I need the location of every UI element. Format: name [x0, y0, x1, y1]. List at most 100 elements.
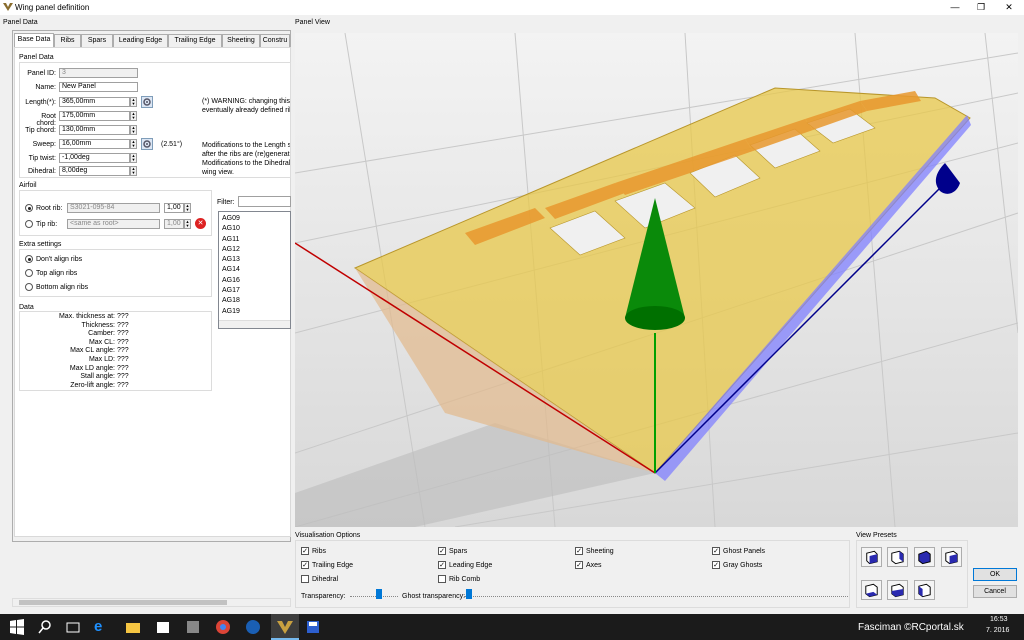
clear-tip-rib-icon[interactable]: ✕: [195, 218, 206, 229]
active-app-tab[interactable]: [271, 614, 299, 640]
list-scrollbar[interactable]: [219, 320, 290, 328]
preset-bottom-button[interactable]: [887, 580, 908, 600]
cone-base: [625, 306, 685, 330]
clock-time[interactable]: 16:53: [990, 616, 1008, 623]
dihedral-field[interactable]: 8,00deg: [59, 166, 130, 176]
task-view-icon[interactable]: [64, 618, 82, 636]
app-icon[interactable]: [184, 618, 202, 636]
view-presets-title: View Presets: [856, 532, 897, 539]
trailing-edge-checkbox[interactable]: ✓: [301, 561, 309, 569]
length-spinner[interactable]: ▲ ▼: [130, 97, 137, 107]
clock-date[interactable]: 7. 2016: [986, 627, 1009, 634]
root-chord-spinner[interactable]: ▲ ▼: [130, 111, 137, 121]
tip-chord-field[interactable]: 130,00mm: [59, 125, 130, 135]
sheeting-checkbox[interactable]: ✓: [575, 547, 583, 555]
preset-side-button[interactable]: [887, 547, 908, 567]
tip-rib-radio[interactable]: [25, 220, 33, 228]
list-item[interactable]: AG13: [222, 255, 287, 265]
sweep-field[interactable]: 16,00mm: [59, 139, 130, 149]
cube-top-icon: [918, 550, 931, 565]
ghost-slider-handle[interactable]: [466, 589, 472, 599]
file-explorer-icon[interactable]: [124, 618, 142, 636]
root-scale-spinner[interactable]: ▲ ▼: [184, 203, 191, 213]
panel-data-title: Panel Data: [19, 54, 54, 61]
maximize-button[interactable]: ❐: [968, 0, 994, 15]
ghost-panels-checkbox[interactable]: ✓: [712, 547, 720, 555]
tab-construction[interactable]: Constru: [260, 34, 290, 47]
tip-scale-spinner[interactable]: ▲ ▼: [184, 219, 191, 229]
minimize-button[interactable]: —: [942, 0, 968, 15]
transparency-label: Transparency:: [301, 593, 346, 600]
dihedral-spinner[interactable]: ▲ ▼: [130, 166, 137, 176]
list-item[interactable]: AG18: [222, 296, 287, 306]
sweep-calc-button[interactable]: [141, 138, 153, 150]
preset-top-button[interactable]: [914, 547, 935, 567]
cancel-button[interactable]: Cancel: [973, 585, 1017, 598]
preset-iso-button[interactable]: [941, 547, 962, 567]
gray-ghosts-checkbox[interactable]: ✓: [712, 561, 720, 569]
preset-front-button[interactable]: [861, 547, 882, 567]
chrome-icon[interactable]: [214, 618, 232, 636]
cube-bottom-icon: [891, 583, 904, 598]
root-chord-field[interactable]: 175,00mm: [59, 111, 130, 121]
bottom-align-radio[interactable]: [25, 283, 33, 291]
floppy-save-icon[interactable]: [304, 618, 322, 636]
axes-checkbox[interactable]: ✓: [575, 561, 583, 569]
tip-twist-field[interactable]: -1,00deg: [59, 153, 130, 163]
leading-edge-checkbox[interactable]: ✓: [438, 561, 446, 569]
tab-sheeting[interactable]: Sheeting: [222, 34, 260, 47]
preset-back-button[interactable]: [861, 580, 882, 600]
list-item[interactable]: AG14: [222, 265, 287, 275]
root-rib-airfoil[interactable]: S3021-095-84: [67, 203, 160, 213]
tip-rib-airfoil[interactable]: <same as root>: [67, 219, 160, 229]
data-title: Data: [19, 304, 34, 311]
tab-ribs[interactable]: Ribs: [54, 34, 81, 47]
tab-leading-edge[interactable]: Leading Edge: [113, 34, 168, 47]
name-field[interactable]: New Panel: [59, 82, 138, 92]
transparency-slider[interactable]: [350, 596, 398, 598]
list-item[interactable]: AG10: [222, 224, 287, 234]
close-button[interactable]: ✕: [996, 0, 1022, 15]
wing-3d-render[interactable]: [295, 33, 1018, 527]
length-calc-button[interactable]: [141, 96, 153, 108]
tab-base-data[interactable]: Base Data: [14, 33, 54, 47]
ok-button[interactable]: OK: [973, 568, 1017, 581]
airfoil-group: [19, 190, 212, 236]
list-item[interactable]: AG19: [222, 307, 287, 317]
tab-spars[interactable]: Spars: [81, 34, 113, 47]
transparency-slider-handle[interactable]: [376, 589, 382, 599]
edge-browser-icon[interactable]: e: [94, 618, 112, 636]
dihedral-checkbox[interactable]: [301, 575, 309, 583]
filter-input[interactable]: [238, 196, 291, 207]
left-horizontal-scrollbar[interactable]: [12, 598, 291, 607]
ribs-checkbox[interactable]: ✓: [301, 547, 309, 555]
root-rib-radio[interactable]: [25, 204, 33, 212]
ghost-transparency-slider[interactable]: [464, 596, 848, 598]
tip-chord-spinner[interactable]: ▲ ▼: [130, 125, 137, 135]
ghost-panels-label: Ghost Panels: [723, 548, 766, 555]
scrollbar-thumb[interactable]: [19, 600, 227, 605]
list-item[interactable]: AG12: [222, 245, 287, 255]
root-rib-scale[interactable]: 1,00: [164, 203, 184, 213]
list-item[interactable]: AG16: [222, 276, 287, 286]
list-item[interactable]: AG17: [222, 286, 287, 296]
dihedral-label: Dihedral:: [27, 168, 56, 175]
spars-checkbox[interactable]: ✓: [438, 547, 446, 555]
tab-trailing-edge[interactable]: Trailing Edge: [168, 34, 222, 47]
tip-rib-scale[interactable]: 1,00: [164, 219, 184, 229]
top-align-radio[interactable]: [25, 269, 33, 277]
dont-align-radio[interactable]: [25, 255, 33, 263]
globe-icon[interactable]: [244, 618, 262, 636]
windows-start-icon[interactable]: [8, 618, 26, 636]
preset-left-button[interactable]: [914, 580, 935, 600]
sweep-spinner[interactable]: ▲ ▼: [130, 139, 137, 149]
list-item[interactable]: AG11: [222, 235, 287, 245]
tip-twist-spinner[interactable]: ▲ ▼: [130, 153, 137, 163]
search-icon[interactable]: [36, 618, 54, 636]
airfoil-list[interactable]: AG09 AG10 AG11 AG12 AG13 AG14 AG16 AG17 …: [218, 211, 291, 329]
list-item[interactable]: AG09: [222, 214, 287, 224]
length-field[interactable]: 365,00mm: [59, 97, 130, 107]
store-icon[interactable]: [154, 618, 172, 636]
rib-comb-checkbox[interactable]: [438, 575, 446, 583]
panel-view-3d[interactable]: [295, 33, 1018, 527]
